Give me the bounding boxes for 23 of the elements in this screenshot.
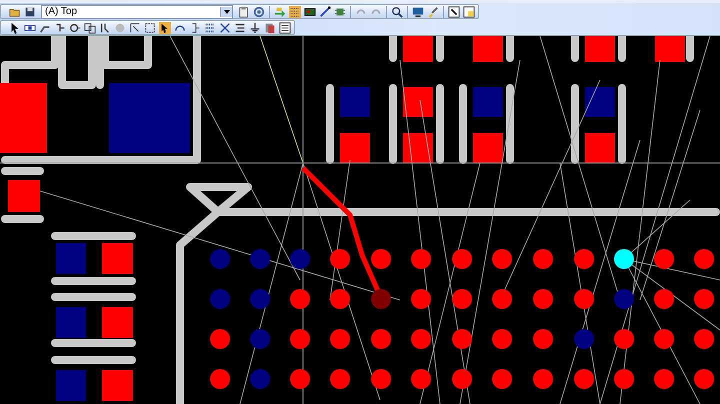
layers-icon[interactable] bbox=[264, 22, 276, 34]
pointer-icon[interactable] bbox=[9, 22, 21, 34]
save-icon[interactable] bbox=[24, 6, 36, 18]
list-icon[interactable] bbox=[279, 22, 291, 34]
search-icon[interactable] bbox=[391, 6, 403, 18]
lines-icon[interactable] bbox=[234, 22, 246, 34]
line-tool-icon[interactable] bbox=[319, 6, 331, 18]
corner-icon[interactable] bbox=[129, 22, 141, 34]
layer-select[interactable]: (A) Top bbox=[41, 4, 233, 18]
clipboard-icon[interactable] bbox=[238, 6, 250, 18]
copy-icon[interactable] bbox=[84, 22, 96, 34]
brush-icon[interactable] bbox=[427, 6, 439, 18]
chip-icon[interactable] bbox=[334, 6, 346, 18]
ground-icon[interactable] bbox=[249, 22, 261, 34]
layer-select-value: (A) Top bbox=[44, 6, 78, 17]
square-icon[interactable] bbox=[144, 22, 156, 34]
select-pointer-icon[interactable] bbox=[159, 22, 171, 34]
dot-grid-icon[interactable] bbox=[204, 22, 216, 34]
monitor-icon[interactable] bbox=[412, 6, 424, 18]
crossing-icon[interactable] bbox=[219, 22, 231, 34]
grid-icon[interactable] bbox=[289, 6, 301, 18]
board-icon[interactable] bbox=[304, 6, 316, 18]
window-icon[interactable] bbox=[463, 6, 475, 18]
